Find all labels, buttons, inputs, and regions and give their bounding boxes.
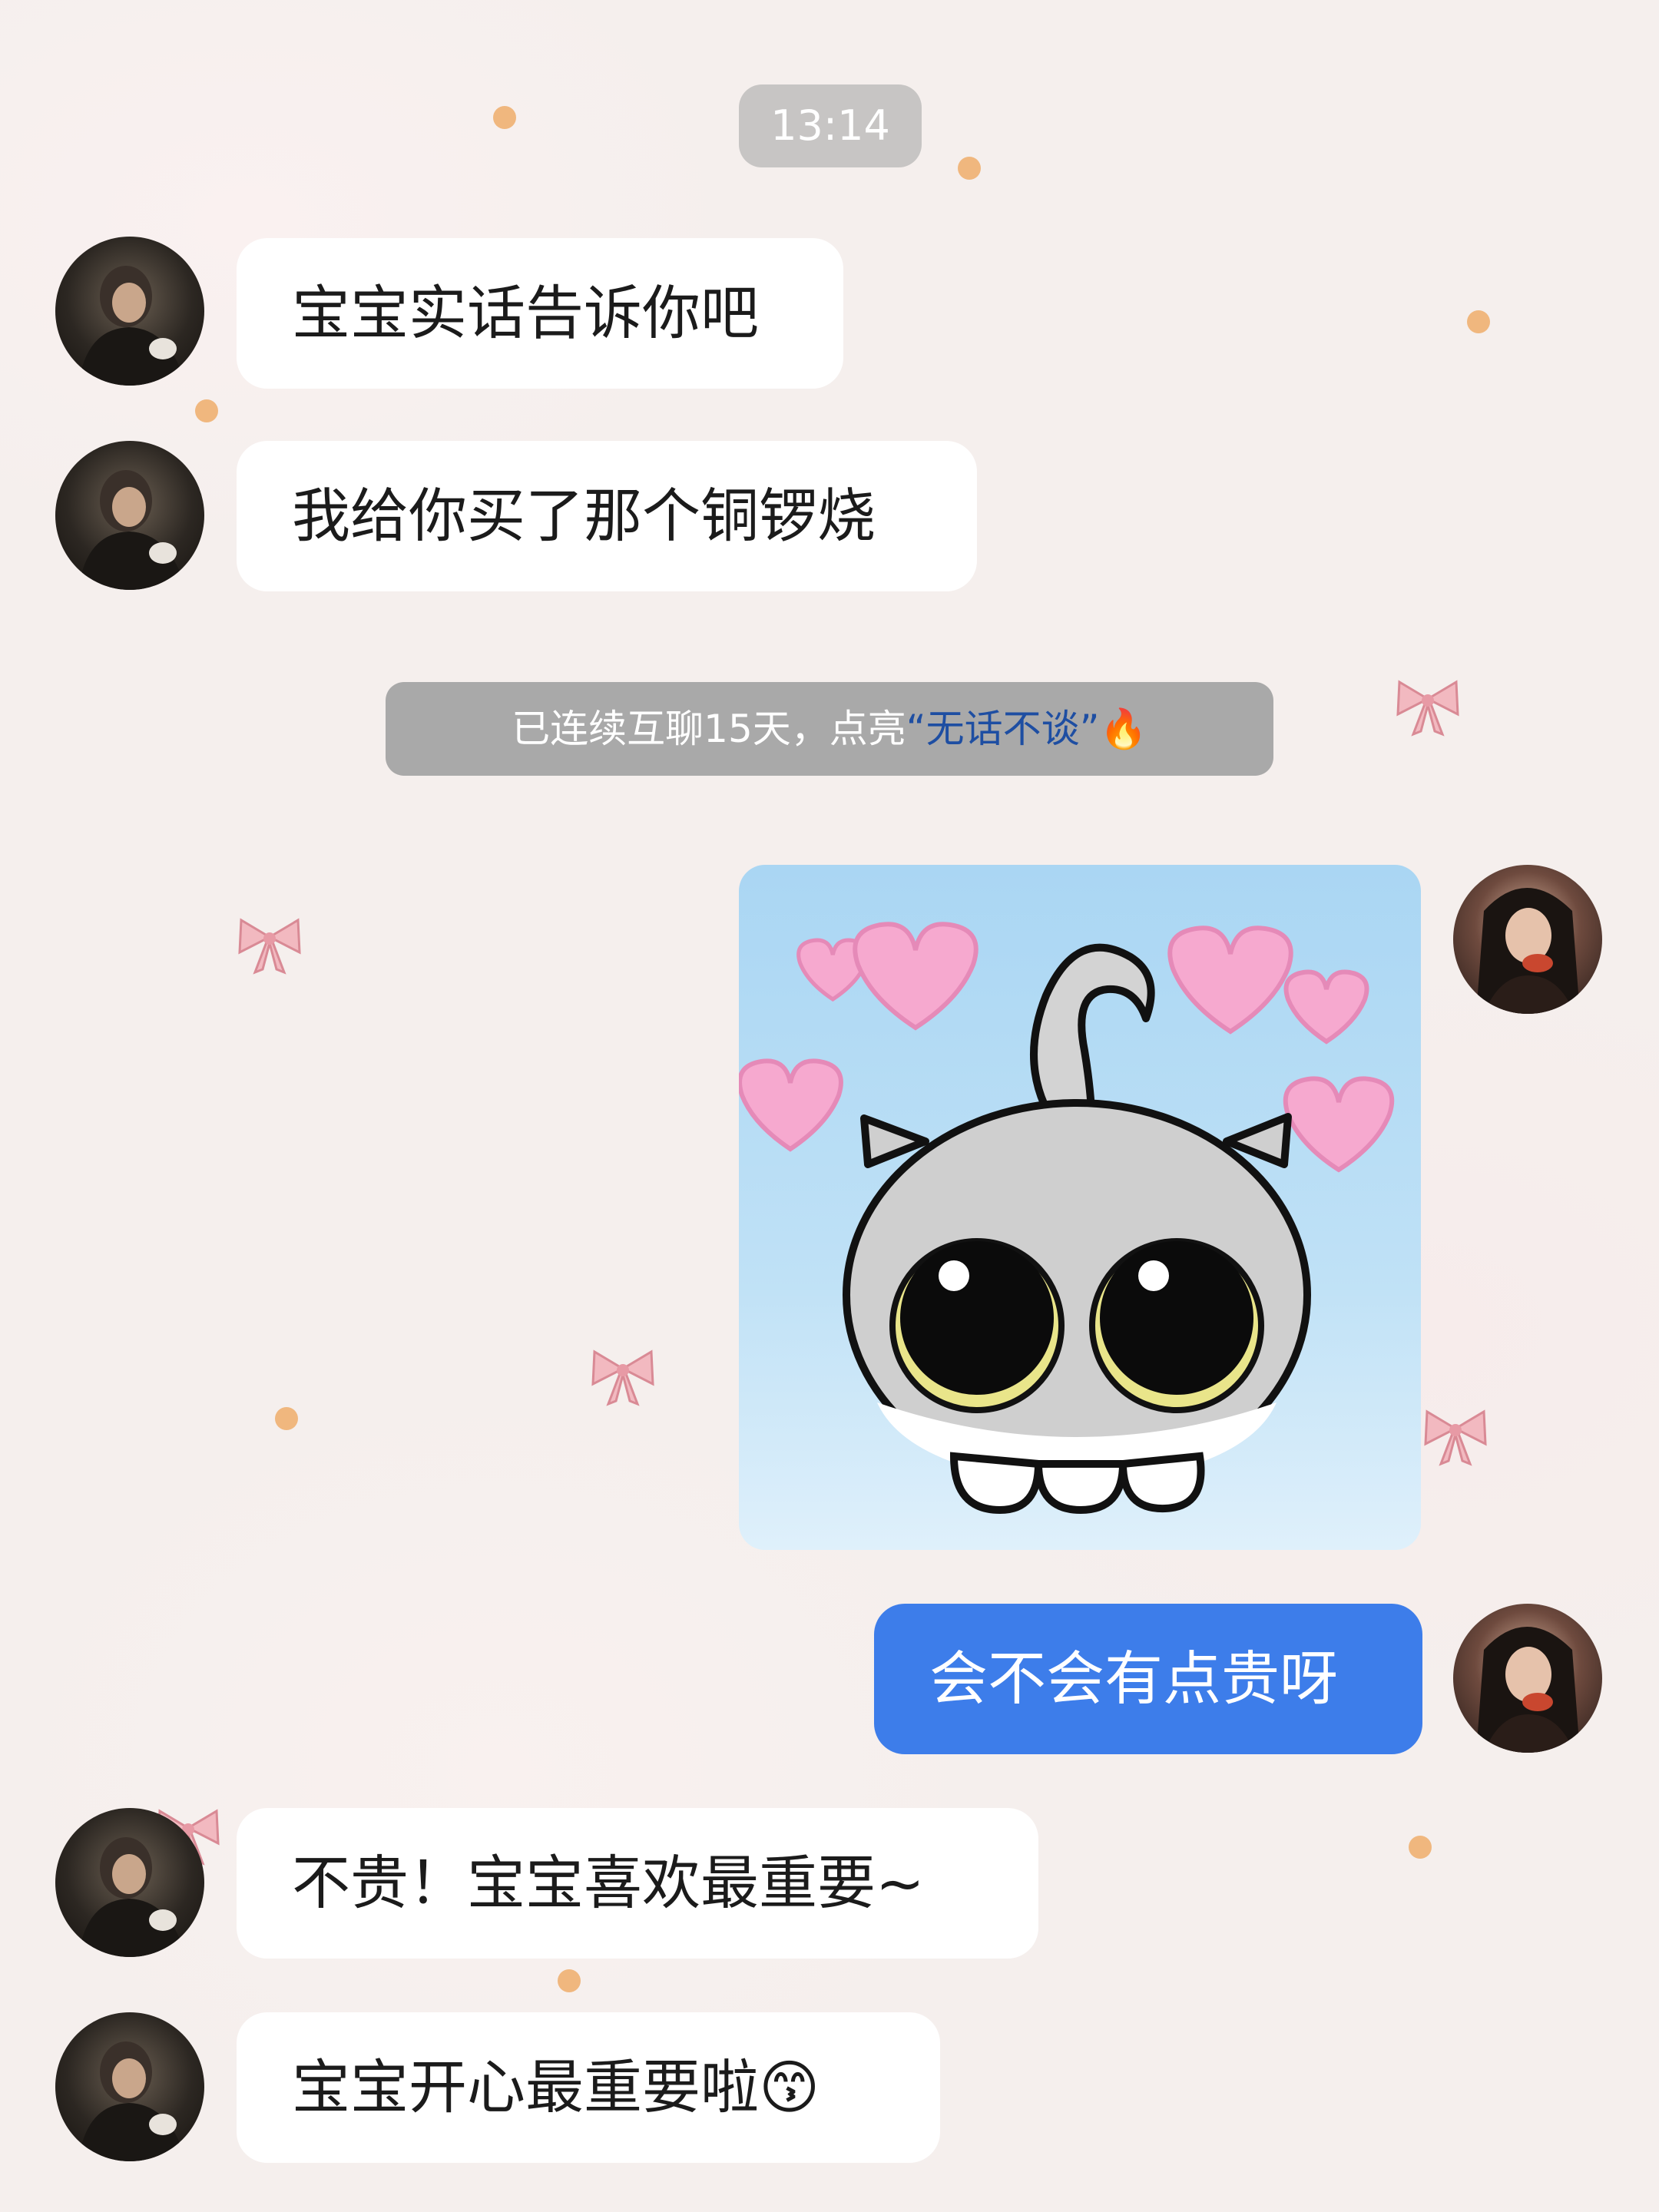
message-bubble-received[interactable]: 我给你买了那个铜锣烧 <box>237 441 977 591</box>
system-notice-highlight: “无话不谈” <box>906 707 1100 751</box>
decor-dot <box>195 399 218 422</box>
bow-icon <box>1424 1409 1487 1466</box>
decor-dot <box>275 1407 298 1430</box>
system-notice-text: 已连续互聊15天，点亮 <box>512 707 906 751</box>
self-avatar[interactable] <box>1453 1604 1602 1753</box>
timestamp-pill: 13:14 <box>739 84 922 167</box>
person-silhouette-icon <box>78 266 186 386</box>
bow-icon <box>591 1349 654 1406</box>
person-silhouette-icon <box>1476 1627 1580 1753</box>
kissing-face-icon: 😙 <box>759 2053 820 2121</box>
grey-cat-with-hearts-sticker-icon <box>739 922 1395 1515</box>
bow-icon <box>1396 680 1459 737</box>
message-bubble-received[interactable]: 宝宝开心最重要啦😙 <box>237 2012 940 2163</box>
person-silhouette-icon <box>78 2041 186 2161</box>
message-bubble-sent[interactable]: 会不会有点贵呀 <box>874 1604 1422 1754</box>
decor-dot <box>558 1969 581 1992</box>
decor-dot <box>1467 310 1490 333</box>
contact-avatar[interactable] <box>55 441 204 590</box>
person-silhouette-icon <box>78 1837 186 1957</box>
bow-icon <box>238 918 301 975</box>
decor-dot <box>958 157 981 180</box>
person-silhouette-icon <box>78 470 186 590</box>
contact-avatar[interactable] <box>55 1808 204 1957</box>
system-notice: 已连续互聊15天，点亮“无话不谈”🔥 <box>386 682 1273 776</box>
decor-dot <box>1409 1836 1432 1859</box>
message-bubble-received[interactable]: 宝宝实话告诉你吧 <box>237 238 843 389</box>
message-bubble-received[interactable]: 不贵！宝宝喜欢最重要~ <box>237 1808 1038 1959</box>
contact-avatar[interactable] <box>55 237 204 386</box>
decor-dot <box>493 106 516 129</box>
fire-icon: 🔥 <box>1099 707 1147 751</box>
self-avatar[interactable] <box>1453 865 1602 1014</box>
sticker-message[interactable] <box>739 865 1421 1550</box>
message-text: 宝宝开心最重要啦 <box>292 2053 759 2121</box>
person-silhouette-icon <box>1476 888 1580 1014</box>
contact-avatar[interactable] <box>55 2012 204 2161</box>
